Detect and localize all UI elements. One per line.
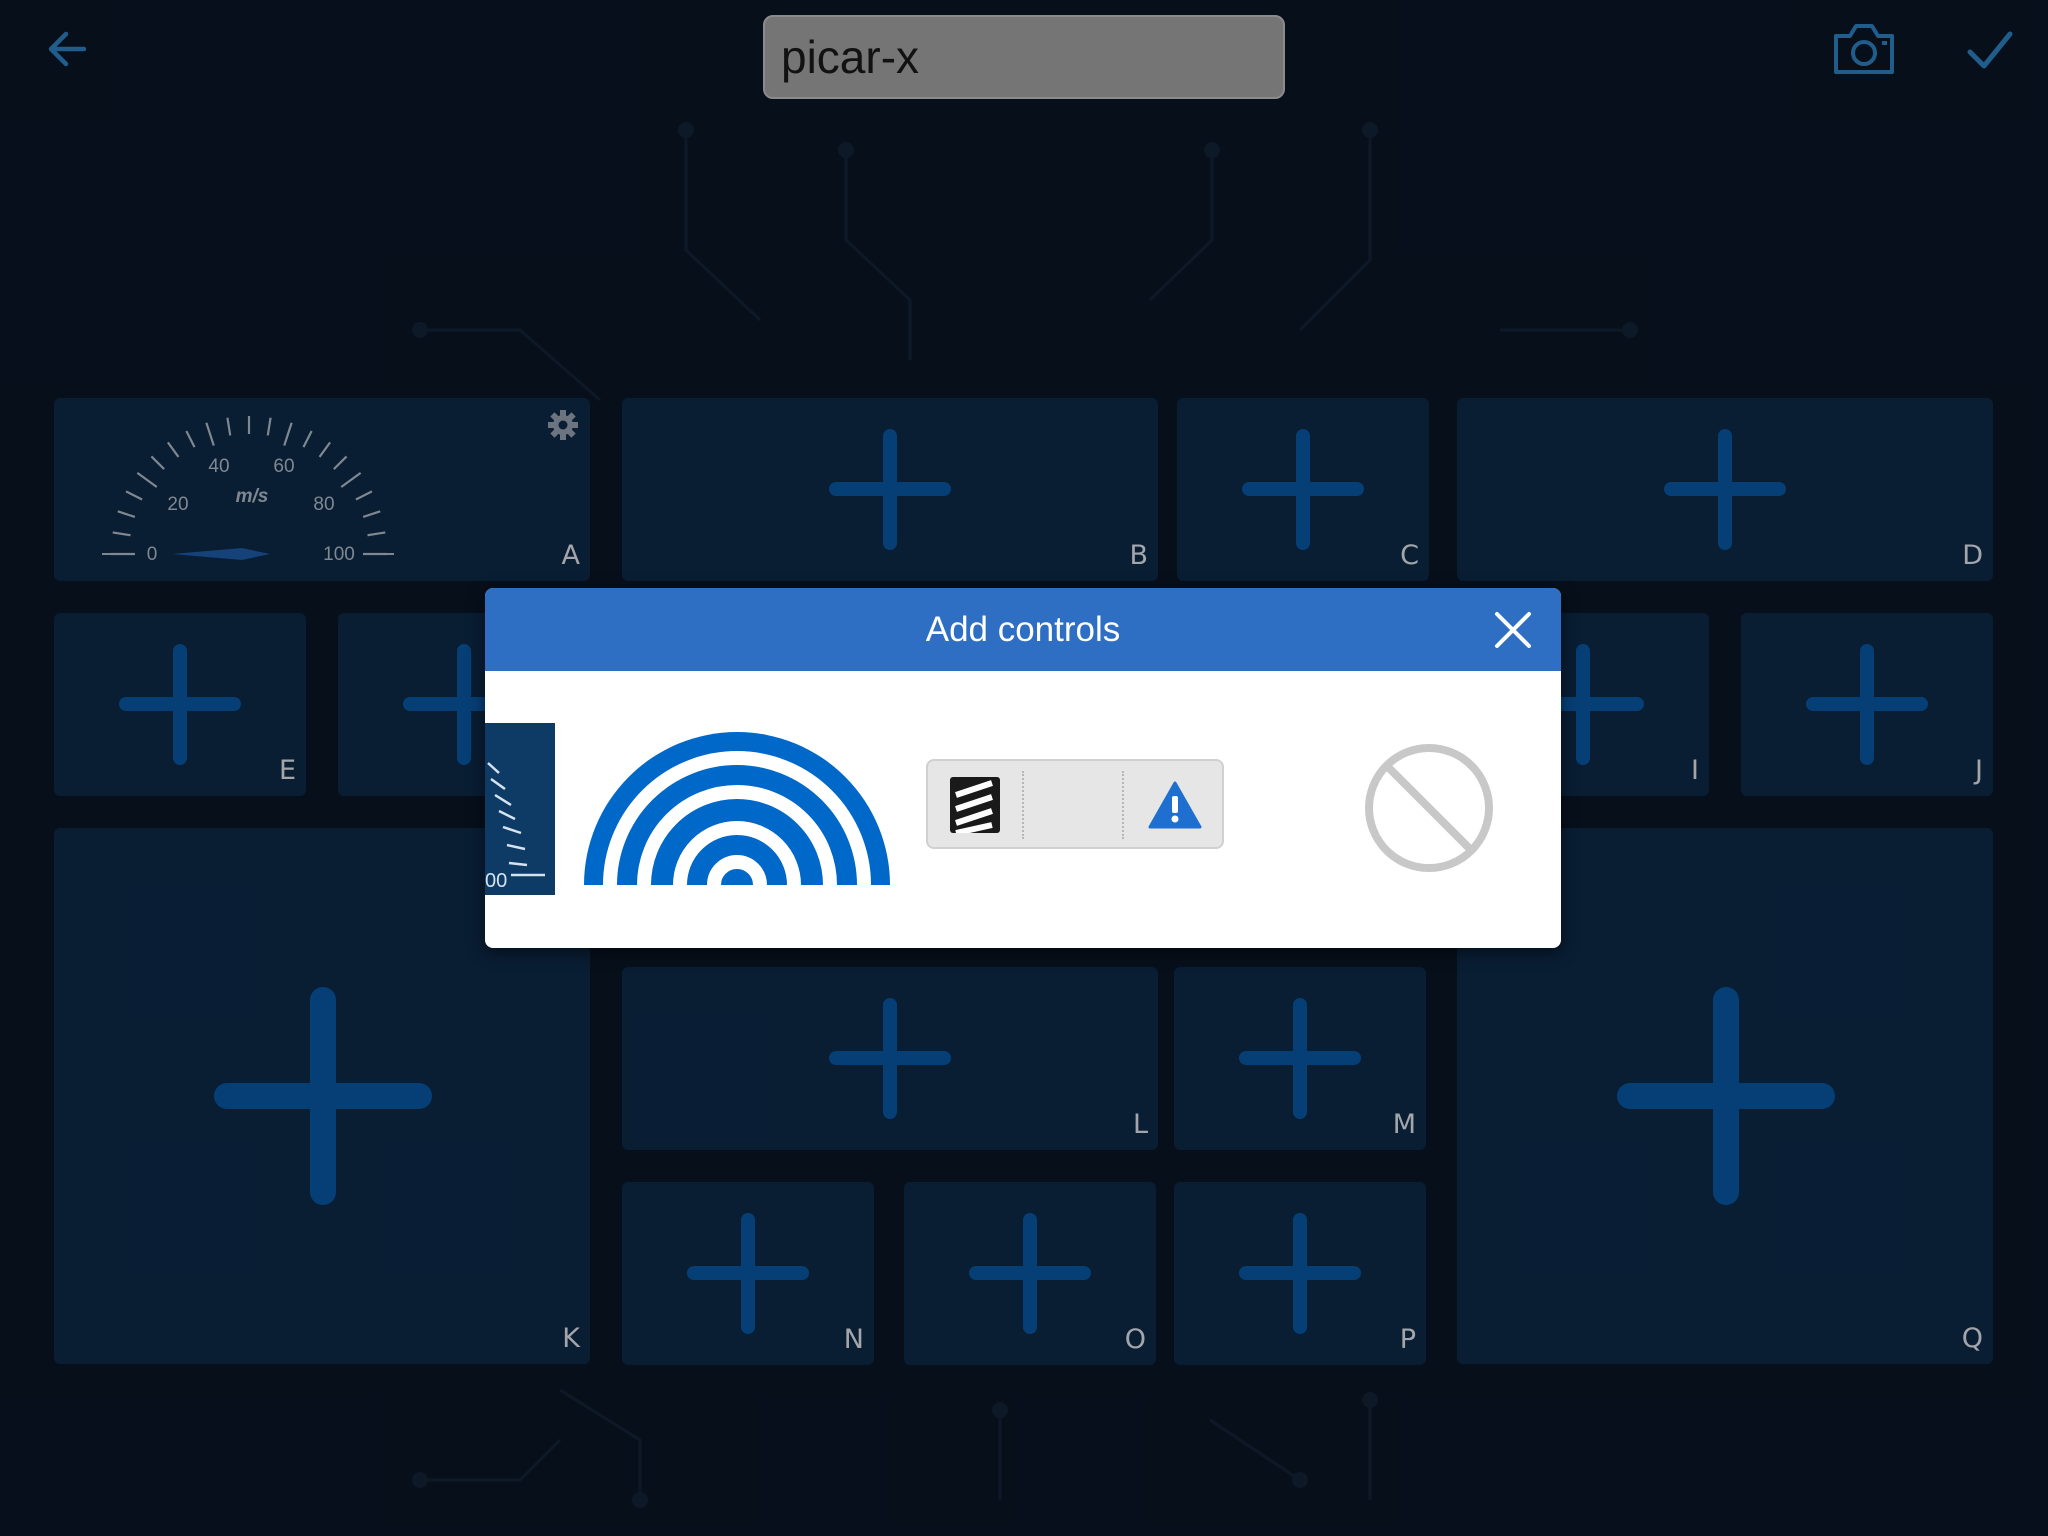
divider [1022,771,1024,839]
gauge-fragment-icon: 00 [485,762,545,892]
radar-control[interactable] [582,729,892,887]
disabled-control[interactable] [1362,741,1496,875]
gauge-fragment-label: 00 [485,870,507,892]
warning-icon [1148,781,1202,829]
dialog-body: 00 [485,671,1561,948]
divider [1122,771,1124,839]
prohibited-icon [1365,744,1493,872]
dialog-title: Add controls [925,609,1121,649]
speedometer-control-partial[interactable]: 00 [485,723,555,895]
close-icon[interactable] [1491,608,1535,652]
dialog-header: Add controls [485,588,1561,671]
status-indicator-control[interactable] [926,759,1224,849]
radar-icon [584,732,890,886]
stripes-icon [950,777,1000,833]
add-controls-dialog: Add controls 00 [485,588,1561,948]
